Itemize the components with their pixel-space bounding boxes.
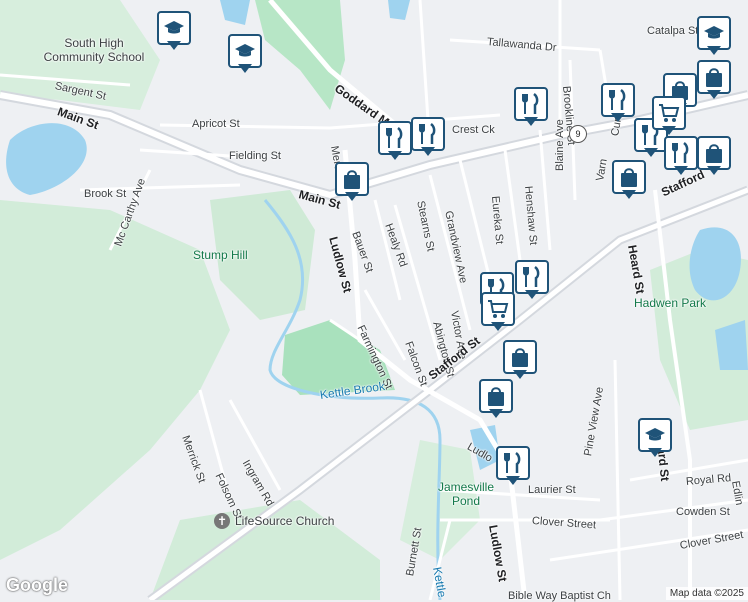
shopping-bag-icon: [488, 387, 504, 406]
graduation-cap-icon: [235, 44, 255, 57]
church-label[interactable]: LifeSource Church: [235, 514, 334, 528]
fork-knife-icon: [672, 142, 689, 163]
grocery-marker-1[interactable]: [481, 292, 515, 334]
shopping-marker-2[interactable]: [612, 160, 646, 202]
shopping-bag-icon: [344, 170, 360, 189]
graduation-cap-icon: [704, 26, 724, 39]
school-marker-3[interactable]: [697, 16, 731, 58]
fork-knife-icon: [523, 266, 540, 287]
street-label-laurier: Laurier St: [528, 484, 576, 496]
school-marker-4[interactable]: [638, 418, 672, 460]
google-logo: Google: [6, 575, 68, 595]
shopping-marker-1[interactable]: [335, 162, 369, 204]
school-marker-1[interactable]: [157, 11, 191, 53]
fork-knife-icon: [522, 93, 539, 114]
shopping-bag-icon: [706, 144, 722, 163]
shopping-marker-4[interactable]: [697, 60, 731, 102]
restaurant-marker-4[interactable]: [601, 83, 635, 125]
street-label-crest: Crest Ck: [452, 124, 495, 136]
shopping-cart-icon: [488, 300, 509, 318]
hadwen-park-label[interactable]: Hadwen Park: [634, 296, 706, 310]
street-label-brook: Brook St: [84, 188, 127, 200]
fork-knife-icon: [609, 89, 626, 110]
church-partial-label[interactable]: Bible Way Baptist Ch: [508, 590, 611, 602]
street-label-catalpa: Catalpa St: [647, 25, 699, 37]
restaurant-marker-1[interactable]: [378, 121, 412, 163]
school-marker-2[interactable]: [228, 34, 262, 76]
stump-hill-label[interactable]: Stump Hill: [193, 248, 248, 262]
restaurant-marker-8[interactable]: [515, 260, 549, 302]
street-label-fielding: Fielding St: [229, 150, 281, 162]
graduation-cap-icon: [645, 428, 665, 441]
jamesville-pond-label[interactable]: Jamesville Pond: [436, 480, 496, 508]
church-icon[interactable]: ✝: [214, 513, 230, 529]
shopping-marker-5[interactable]: [697, 136, 731, 178]
street-label-cowden: Cowden St: [676, 506, 730, 518]
shopping-marker-7[interactable]: [479, 379, 513, 421]
restaurant-marker-2[interactable]: [411, 117, 445, 159]
shopping-bag-icon: [621, 168, 637, 187]
map-attribution[interactable]: Map data ©2025: [665, 587, 748, 600]
restaurant-marker-6[interactable]: [664, 136, 698, 178]
fork-knife-icon: [504, 452, 521, 473]
shopping-bag-icon: [512, 348, 528, 367]
restaurant-marker-9[interactable]: [496, 446, 530, 488]
restaurant-marker-3[interactable]: [514, 87, 548, 129]
shopping-bag-icon: [706, 68, 722, 87]
route-9-shield: 9: [569, 125, 587, 143]
school-label[interactable]: South High Community School: [34, 36, 154, 64]
shopping-marker-6[interactable]: [503, 340, 537, 382]
street-label-apricot: Apricot St: [192, 118, 240, 130]
fork-knife-icon: [419, 123, 436, 144]
grocery-marker-2[interactable]: [652, 96, 686, 138]
fork-knife-icon: [386, 127, 403, 148]
shopping-cart-icon: [659, 104, 680, 122]
graduation-cap-icon: [164, 21, 184, 34]
